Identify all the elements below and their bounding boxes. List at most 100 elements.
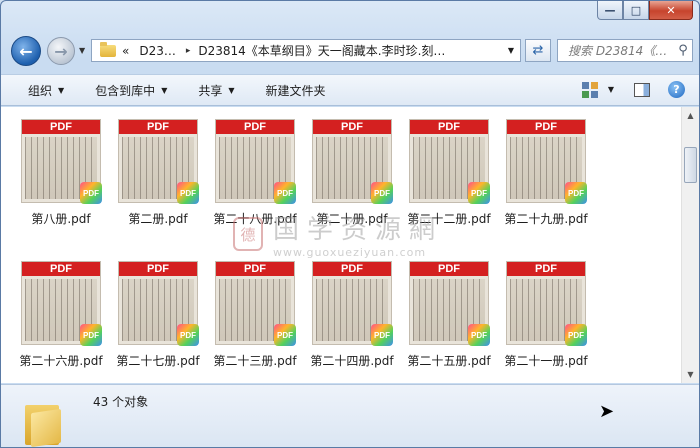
chevron-down-icon: ▼ — [228, 85, 235, 95]
refresh-icon: ⇄ — [532, 43, 544, 58]
organize-menu[interactable]: 组织 ▼ — [28, 82, 64, 99]
share-menu[interactable]: 共享 ▼ — [198, 82, 234, 99]
chevron-down-icon: ▼ — [58, 85, 65, 95]
scrollbar-thumb[interactable] — [684, 147, 697, 183]
caption-buttons: — □ ✕ — [597, 1, 693, 21]
file-item[interactable]: PDF PDF 第二十七册.pdf — [110, 253, 206, 369]
pdf-banner: PDF — [410, 262, 488, 276]
search-box[interactable]: 搜索 D23814《… ⚲ — [557, 39, 693, 62]
pdf-thumbnail: PDF PDF — [215, 261, 296, 346]
file-name[interactable]: 第二十二册.pdf — [395, 210, 503, 227]
search-input[interactable]: 搜索 D23814《… — [558, 42, 674, 59]
share-label: 共享 — [198, 83, 223, 98]
pdf-banner: PDF — [313, 120, 391, 134]
pdf-banner: PDF — [507, 262, 585, 276]
new-folder-button[interactable]: 新建文件夹 — [266, 82, 326, 99]
file-item[interactable]: PDF PDF 第八册.pdf — [13, 111, 109, 227]
file-list[interactable]: PDF PDF 第八册.pdf PDF PDF 第二册.pdf PDF PDF 第二十… — [1, 107, 681, 383]
vertical-scrollbar[interactable]: ▲ ▼ — [681, 107, 699, 383]
item-count: 43 个对象 — [93, 395, 149, 409]
change-view-icon[interactable] — [581, 81, 602, 98]
file-item[interactable]: PDF PDF 第二十四册.pdf — [304, 253, 400, 369]
file-item[interactable]: PDF PDF 第二册.pdf — [110, 111, 206, 227]
breadcrumb-overflow[interactable]: « — [122, 44, 129, 58]
search-icon: ⚲ — [678, 43, 688, 58]
file-item[interactable]: PDF PDF 第二十册.pdf — [304, 111, 400, 227]
file-name[interactable]: 第二十九册.pdf — [492, 210, 600, 227]
breadcrumb-item-current[interactable]: D23814《本草纲目》天一阁藏本.李时珍.刻… — [198, 42, 445, 59]
pdf-thumbnail: PDF PDF — [21, 261, 102, 346]
recent-pages-dropdown[interactable]: ▼ — [79, 46, 85, 55]
arrow-right-icon: → — [54, 41, 68, 61]
pdf-banner: PDF — [216, 120, 294, 134]
back-button[interactable]: ← — [11, 36, 41, 66]
file-name[interactable]: 第二册.pdf — [104, 210, 212, 227]
pdf-thumbnail: PDF PDF — [506, 119, 587, 204]
file-item[interactable]: PDF PDF 第二十五册.pdf — [401, 253, 497, 369]
file-name[interactable]: 第二十册.pdf — [298, 210, 406, 227]
pdf-thumbnail: PDF PDF — [118, 261, 199, 346]
minimize-button[interactable]: — — [597, 1, 623, 20]
pdf-app-icon: PDF — [371, 182, 393, 204]
pdf-app-icon: PDF — [565, 324, 587, 346]
mouse-cursor-icon: ➤ — [599, 401, 615, 422]
pdf-app-icon: PDF — [468, 324, 490, 346]
file-name[interactable]: 第二十一册.pdf — [492, 352, 600, 369]
pdf-thumbnail: PDF PDF — [409, 119, 490, 204]
pdf-thumbnail: PDF PDF — [409, 261, 490, 346]
pdf-app-icon: PDF — [177, 182, 199, 204]
toolbar-right: ▼ ? — [581, 81, 685, 98]
file-name[interactable]: 第二十五册.pdf — [395, 352, 503, 369]
folder-large-icon — [25, 401, 65, 447]
pdf-app-icon: PDF — [177, 324, 199, 346]
file-name[interactable]: 第二十七册.pdf — [104, 352, 212, 369]
folder-icon — [100, 41, 116, 57]
file-item[interactable]: PDF PDF 第二十一册.pdf — [498, 253, 594, 369]
pdf-banner: PDF — [507, 120, 585, 134]
pdf-app-icon: PDF — [371, 324, 393, 346]
pdf-banner: PDF — [22, 120, 100, 134]
file-name[interactable]: 第二十六册.pdf — [7, 352, 115, 369]
file-name[interactable]: 第八册.pdf — [7, 210, 115, 227]
pdf-app-icon: PDF — [80, 324, 102, 346]
file-item[interactable]: PDF PDF 第二十九册.pdf — [498, 111, 594, 227]
scroll-down-icon[interactable]: ▼ — [682, 366, 699, 383]
refresh-button[interactable]: ⇄ — [525, 39, 551, 62]
new-folder-label: 新建文件夹 — [265, 83, 326, 98]
forward-button[interactable]: → — [47, 37, 75, 65]
maximize-button[interactable]: □ — [623, 1, 649, 20]
address-bar[interactable]: « D23… ▸ D23814《本草纲目》天一阁藏本.李时珍.刻… ▼ — [91, 39, 521, 62]
pdf-banner: PDF — [216, 262, 294, 276]
pdf-thumbnail: PDF PDF — [506, 261, 587, 346]
scroll-up-icon[interactable]: ▲ — [682, 107, 699, 124]
pdf-banner: PDF — [119, 120, 197, 134]
file-name[interactable]: 第二十三册.pdf — [201, 352, 309, 369]
pdf-banner: PDF — [313, 262, 391, 276]
include-in-library-label: 包含到库中 — [95, 83, 156, 98]
pdf-banner: PDF — [119, 262, 197, 276]
file-item[interactable]: PDF PDF 第二十八册.pdf — [207, 111, 303, 227]
pdf-app-icon: PDF — [274, 182, 296, 204]
pdf-banner: PDF — [22, 262, 100, 276]
pdf-app-icon: PDF — [565, 182, 587, 204]
file-name[interactable]: 第二十八册.pdf — [201, 210, 309, 227]
breadcrumb-separator-icon[interactable]: ▸ — [186, 46, 191, 56]
pdf-thumbnail: PDF PDF — [21, 119, 102, 204]
help-icon[interactable]: ? — [668, 81, 685, 98]
explorer-window: — □ ✕ ← → ▼ « D23… ▸ D23814《本草纲目》天一阁藏本.李… — [0, 0, 700, 448]
include-in-library-menu[interactable]: 包含到库中 ▼ — [95, 82, 167, 99]
navigation-row: ← → ▼ « D23… ▸ D23814《本草纲目》天一阁藏本.李时珍.刻… … — [9, 36, 693, 66]
file-name[interactable]: 第二十四册.pdf — [298, 352, 406, 369]
pdf-app-icon: PDF — [468, 182, 490, 204]
view-options-dropdown[interactable]: ▼ — [608, 85, 614, 94]
breadcrumb-item-parent[interactable]: D23… — [139, 44, 176, 58]
pdf-thumbnail: PDF PDF — [312, 119, 393, 204]
file-item[interactable]: PDF PDF 第二十二册.pdf — [401, 111, 497, 227]
pdf-thumbnail: PDF PDF — [312, 261, 393, 346]
file-item[interactable]: PDF PDF 第二十三册.pdf — [207, 253, 303, 369]
address-dropdown-icon[interactable]: ▼ — [508, 46, 514, 55]
preview-pane-icon[interactable] — [634, 82, 650, 97]
file-item[interactable]: PDF PDF 第二十六册.pdf — [13, 253, 109, 369]
pdf-app-icon: PDF — [80, 182, 102, 204]
close-button[interactable]: ✕ — [649, 1, 693, 20]
